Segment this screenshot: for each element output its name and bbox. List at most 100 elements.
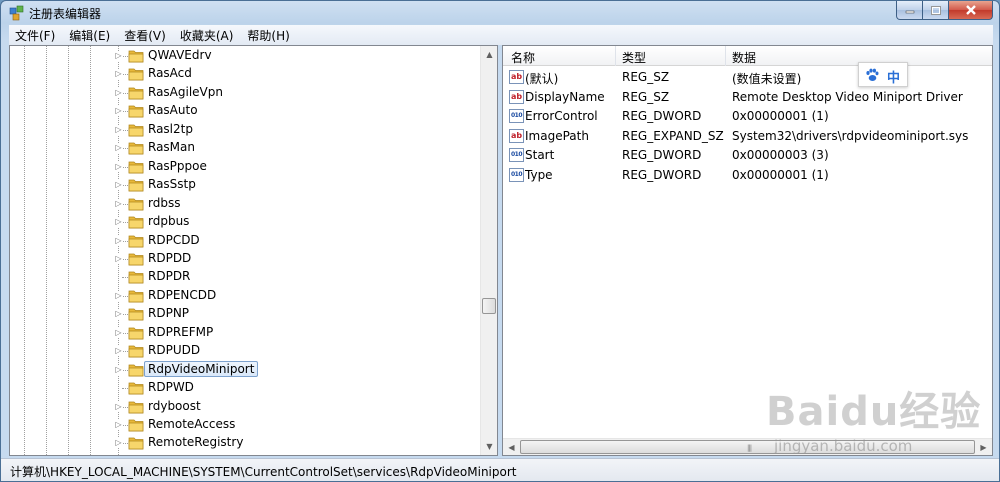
tree-item[interactable]: ▷ rdyboost [10,398,480,417]
value-type: REG_SZ [622,89,670,104]
value-row[interactable]: ab DisplayName REG_SZ Remote Desktop Video … [503,88,992,108]
registry-editor-window: 注册表编辑器 文件(F) 编辑(E) 查看(V) 收藏夹(A) 帮助(H) ▷ … [0,0,1000,482]
expand-arrow-icon[interactable]: ▷ [114,87,123,98]
value-type: REG_EXPAND_SZ [622,128,724,143]
tree-item[interactable]: ▷ rdbss [10,195,480,214]
maximize-icon [930,5,941,15]
expand-arrow-icon[interactable]: ▷ [114,217,123,228]
scroll-right-icon[interactable]: ▶ [975,439,992,456]
tree-item[interactable]: ▷ RasAgileVpn [10,84,480,103]
expand-arrow-icon[interactable]: ▷ [114,438,123,449]
value-data: 0x00000001 (1) [732,168,829,182]
expand-arrow-icon[interactable]: ▷ [114,327,123,338]
tree-item[interactable]: ▷ QWAVEdrv [10,47,480,66]
menu-edit[interactable]: 编辑(E) [69,27,110,44]
value-data: 0x00000003 (3) [732,148,829,163]
expand-arrow-icon[interactable]: ▷ [114,346,123,357]
minimize-button[interactable] [896,1,923,20]
menu-view[interactable]: 查看(V) [124,27,166,44]
tree-item-label: QWAVEdrv [148,48,212,62]
expand-arrow-icon[interactable]: ▷ [114,309,123,320]
value-name: DisplayName [525,89,605,104]
grip-icon: ||| [747,444,752,452]
caption-buttons [896,1,993,21]
tree-vertical-scrollbar[interactable]: ▲ ▼ [480,46,497,455]
column-header-data[interactable]: 数据 [732,49,756,66]
close-button[interactable] [949,1,993,20]
expand-arrow-icon[interactable]: ▷ [114,124,123,135]
value-row[interactable]: ab (默认) REG_SZ (数值未设置) [503,68,992,88]
list-horizontal-scrollbar[interactable]: ◀ ||| ▶ [503,438,992,455]
column-header-name[interactable]: 名称 [511,49,535,66]
tree-item[interactable]: ▷ RDPDD [10,250,480,269]
tree-item[interactable]: ▷ RDPREFMP [10,324,480,343]
folder-icon [128,124,144,137]
folder-icon [128,401,144,413]
binary-value-icon: 010 [509,148,524,163]
value-type: REG_DWORD [622,109,702,124]
value-row[interactable]: 010 Start REG_DWORD 0x00000003 (3) [503,146,992,166]
tree-item[interactable]: ▷ RasAcd [10,65,480,84]
key-tree-pane[interactable]: ▷ QWAVEdrv ▷ RasAcd ▷ RasAgileVpn ▷ RasAuto ▷ Ras… [9,45,498,456]
tree-item-label: RdpVideoMiniport [144,360,259,377]
expand-arrow-icon[interactable]: ▷ [114,364,123,375]
tree-item[interactable]: ▷ RemoteRegistry [10,434,480,453]
value-name: Type [525,168,553,182]
tree-item[interactable]: ▷ RDPCDD [10,232,480,251]
tree-item-label: RemoteRegistry [148,435,244,450]
value-row[interactable]: ab ImagePath REG_EXPAND_SZ System32\drivers… [503,127,992,147]
expand-arrow-icon[interactable]: ▷ [114,253,123,264]
tree-item-label: RDPUDD [148,343,201,358]
tree-item[interactable]: ▷ RemoteAccess [10,416,480,435]
list-scroll-thumb[interactable]: ||| [520,440,975,454]
expand-arrow-icon[interactable]: ▷ [114,420,123,430]
tree-item[interactable]: ▷ RDPNP [10,305,480,324]
tree-item[interactable]: RDPDR [10,268,480,287]
scroll-left-icon[interactable]: ◀ [503,439,520,456]
status-bar: 计算机\HKEY_LOCAL_MACHINE\SYSTEM\CurrentCon… [1,458,999,481]
expand-arrow-icon[interactable]: ▷ [114,290,123,301]
close-icon [965,5,976,15]
tree-item-label: rdbss [148,195,181,210]
tree-item[interactable]: ▷ RasPppoe [10,158,480,177]
maximize-button[interactable] [923,1,949,20]
tree-item[interactable]: RDPWD [10,379,480,398]
title-bar[interactable]: 注册表编辑器 [1,1,999,25]
tree-item[interactable]: ▷ RasSstp [10,176,480,195]
value-row[interactable]: 010 Type REG_DWORD 0x00000001 (1) [503,166,992,186]
values-list-pane[interactable]: 名称 类型 数据 ab (默认) REG_SZ (数值未设置) ab DisplayNam… [502,45,993,456]
folder-icon [128,87,144,100]
expand-arrow-icon[interactable]: ▷ [114,235,123,246]
expand-arrow-icon[interactable]: ▷ [114,143,123,154]
tree-item[interactable]: ▷ rdpbus [10,213,480,232]
expand-arrow-icon[interactable]: ▷ [114,69,123,80]
column-separator[interactable] [615,46,616,66]
expand-arrow-icon[interactable]: ▷ [114,198,123,209]
tree-item[interactable]: ▷ Rasl2tp [10,121,480,140]
registry-editor-icon [9,5,24,21]
ime-indicator[interactable]: 中 [858,62,908,87]
expand-arrow-icon[interactable]: ▷ [114,106,123,117]
scroll-up-icon[interactable]: ▲ [481,46,498,63]
column-separator[interactable] [725,46,726,66]
tree-scroll-thumb[interactable] [482,298,496,314]
tree-item[interactable]: ▷ RasAuto [10,102,480,121]
tree-item[interactable]: ▷ RdpVideoMiniport [10,360,480,380]
menu-help[interactable]: 帮助(H) [247,27,289,44]
tree-item-label: RasAgileVpn [148,84,223,99]
binary-value-icon: 010 [509,168,524,182]
tree-item[interactable]: ▷ RDPENCDD [10,287,480,306]
menu-favorites[interactable]: 收藏夹(A) [180,27,234,44]
tree-item[interactable]: ▷ RasMan [10,139,480,158]
scroll-down-icon[interactable]: ▼ [481,438,498,455]
tree-item[interactable]: ▷ RDPUDD [10,342,480,361]
tree-item-label: RasAcd [148,66,192,81]
expand-arrow-icon[interactable]: ▷ [114,401,123,412]
value-row[interactable]: 010 ErrorControl REG_DWORD 0x00000001 (1) [503,107,992,127]
expand-arrow-icon[interactable]: ▷ [114,180,123,191]
key-tree[interactable]: ▷ QWAVEdrv ▷ RasAcd ▷ RasAgileVpn ▷ RasAuto ▷ Ras… [10,46,480,455]
column-header-type[interactable]: 类型 [622,49,646,66]
expand-arrow-icon[interactable]: ▷ [114,161,123,172]
expand-arrow-icon[interactable]: ▷ [114,51,123,61]
menu-file[interactable]: 文件(F) [15,27,55,44]
